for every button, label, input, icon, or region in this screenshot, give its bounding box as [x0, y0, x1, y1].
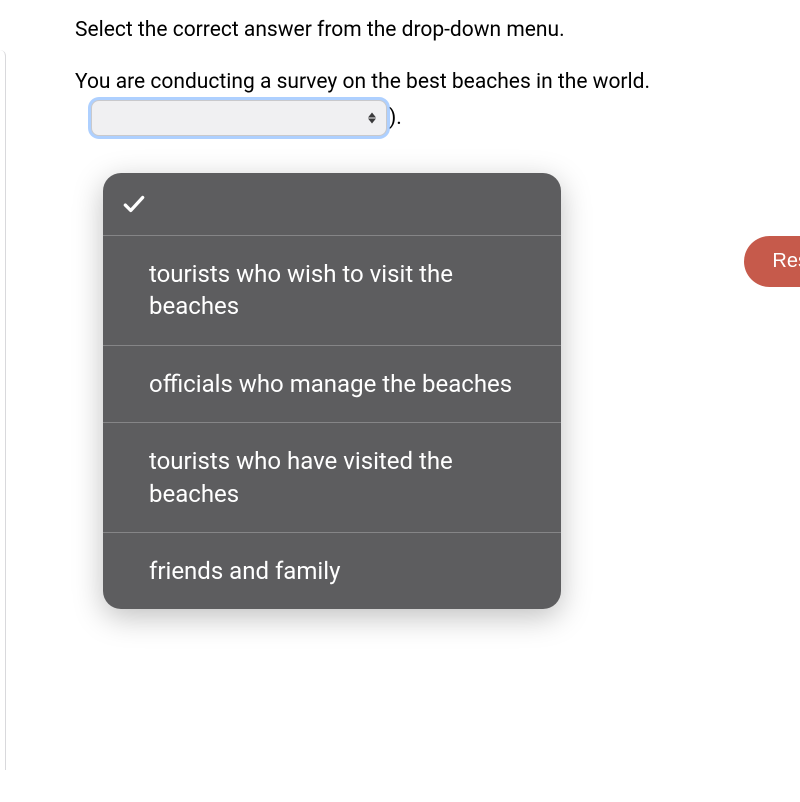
dropdown-option-blank[interactable] [103, 173, 561, 236]
dropdown-option-friends-family[interactable]: friends and family [103, 533, 561, 609]
dropdown-options-panel: tourists who wish to visit the beaches o… [103, 173, 561, 609]
dropdown-option-tourists-wish[interactable]: tourists who wish to visit the beaches [103, 236, 561, 346]
dropdown-option-officials[interactable]: officials who manage the beaches [103, 346, 561, 423]
up-down-chevron-icon [368, 113, 376, 124]
dropdown-row: ). [91, 100, 800, 136]
dropdown-option-label: tourists who wish to visit the beaches [149, 260, 453, 320]
reset-button[interactable]: Res [744, 236, 800, 287]
dropdown-option-label: friends and family [149, 557, 340, 585]
instruction-text: Select the correct answer from the drop-… [75, 18, 800, 42]
closing-punctuation: ). [389, 106, 402, 130]
dropdown-option-label: officials who manage the beaches [149, 370, 512, 398]
question-content: Select the correct answer from the drop-… [0, 0, 800, 136]
checkmark-icon [121, 191, 147, 217]
dropdown-option-label: tourists who have visited the beaches [149, 447, 453, 507]
answer-dropdown[interactable] [91, 100, 387, 136]
dropdown-option-tourists-visited[interactable]: tourists who have visited the beaches [103, 423, 561, 533]
panel-left-edge [0, 50, 6, 770]
question-text: You are conducting a survey on the best … [75, 70, 800, 94]
